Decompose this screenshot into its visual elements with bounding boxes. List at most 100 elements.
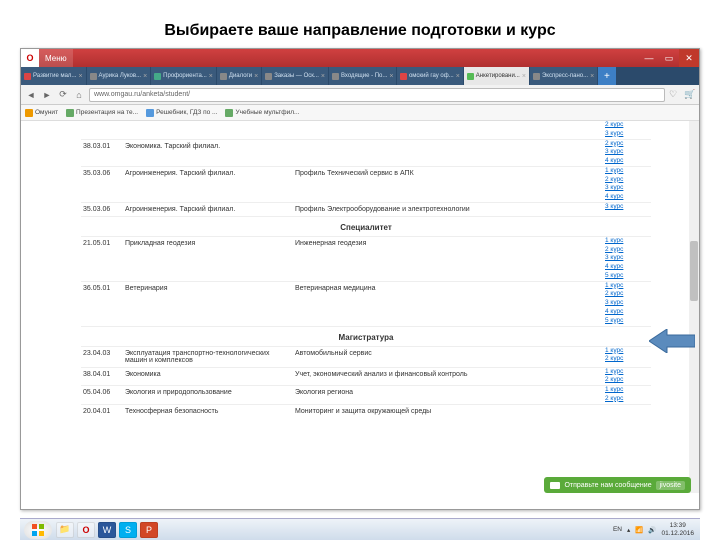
new-tab-button[interactable]: +: [598, 67, 616, 85]
browser-tab[interactable]: Экспресс-пано...×: [530, 67, 598, 85]
table-row: 36.05.01ВетеринарияВетеринарная медицина…: [81, 281, 651, 326]
window-minimize-button[interactable]: —: [639, 49, 659, 67]
window-maximize-button[interactable]: ▭: [659, 49, 679, 67]
course-link[interactable]: 3 курс: [605, 148, 649, 157]
tab-label: Профориента...: [163, 73, 207, 79]
url-input[interactable]: www.omgau.ru/anketa/student/: [89, 88, 665, 102]
taskbar-opera-icon[interactable]: O: [77, 522, 95, 538]
course-link[interactable]: 3 курс: [605, 299, 649, 308]
favorite-icon[interactable]: ♡: [669, 89, 680, 100]
course-link[interactable]: 2 курс: [605, 290, 649, 299]
browser-tab[interactable]: Диалоги×: [217, 67, 262, 85]
tab-close-icon[interactable]: ×: [389, 73, 393, 80]
course-link[interactable]: 2 курс: [605, 246, 649, 255]
program-code: 35.03.06: [81, 203, 123, 216]
bookmark-item[interactable]: Омунит: [25, 109, 58, 117]
course-link[interactable]: 4 курс: [605, 193, 649, 202]
course-link[interactable]: 2 курс: [605, 176, 649, 185]
program-name: Ветеринария: [123, 282, 293, 326]
browser-tab[interactable]: Аурика Луков...×: [87, 67, 152, 85]
browser-tab[interactable]: Входящие - По...×: [329, 67, 397, 85]
tab-label: Аурика Луков...: [99, 73, 142, 79]
window-close-button[interactable]: ✕: [679, 49, 699, 67]
course-link[interactable]: 3 курс: [605, 130, 649, 139]
browser-tab[interactable]: Развитие мал...×: [21, 67, 87, 85]
taskbar-pinned-apps: 📁 O W S P: [56, 522, 158, 538]
tab-close-icon[interactable]: ×: [590, 73, 594, 80]
browser-tab[interactable]: омский гау оф...×: [397, 67, 464, 85]
course-link[interactable]: 5 курс: [605, 272, 649, 281]
bookmark-label: Решебник, ГДЗ по ...: [156, 109, 217, 116]
tab-close-icon[interactable]: ×: [254, 73, 258, 80]
opera-logo-icon[interactable]: O: [21, 49, 39, 67]
tab-close-icon[interactable]: ×: [522, 73, 526, 80]
table-row: 05.04.06Экология и природопользованиеЭко…: [81, 385, 651, 404]
browser-tab[interactable]: Заказы — Оск...×: [262, 67, 329, 85]
bookmark-label: Учебные мультфил...: [235, 109, 299, 116]
program-code: 38.04.01: [81, 368, 123, 386]
tray-flag-icon[interactable]: ▴: [627, 526, 630, 534]
course-link[interactable]: 5 курс: [605, 317, 649, 326]
taskbar-explorer-icon[interactable]: 📁: [56, 522, 74, 538]
table-row: 35.03.06Агроинженерия. Тарский филиал.Пр…: [81, 166, 651, 202]
program-code: 36.05.01: [81, 282, 123, 326]
cart-icon[interactable]: 🛒: [684, 89, 695, 100]
tab-label: Входящие - По...: [341, 73, 387, 79]
table-row: 38.03.01Экономика. Тарский филиал.2 курс…: [81, 139, 651, 166]
taskbar-powerpoint-icon[interactable]: P: [140, 522, 158, 538]
course-link[interactable]: 2 курс: [605, 355, 649, 364]
tab-close-icon[interactable]: ×: [78, 73, 82, 80]
scrollbar-thumb[interactable]: [690, 241, 698, 301]
program-name: Агроинженерия. Тарский филиал.: [123, 203, 293, 216]
section-header: Магистратура: [81, 326, 651, 346]
course-link[interactable]: 3 курс: [605, 254, 649, 263]
bookmark-item[interactable]: Решебник, ГДЗ по ...: [146, 109, 217, 117]
reload-button[interactable]: ⟳: [57, 89, 69, 101]
course-link[interactable]: 3 курс: [605, 203, 649, 212]
back-button[interactable]: ◄: [25, 89, 37, 101]
chat-widget[interactable]: Отправьте нам сообщение jivosite: [544, 477, 691, 493]
page-content: 2 курс3 курс38.03.01Экономика. Тарский ф…: [21, 121, 699, 491]
course-link[interactable]: 1 курс: [605, 386, 649, 395]
browser-tab[interactable]: Профориента...×: [151, 67, 217, 85]
tab-close-icon[interactable]: ×: [209, 73, 213, 80]
course-link[interactable]: 1 курс: [605, 237, 649, 246]
course-list: 1 курс2 курс3 курс4 курс5 курс: [603, 282, 651, 326]
course-link[interactable]: 1 курс: [605, 347, 649, 356]
tray-lang-indicator[interactable]: EN: [613, 526, 622, 533]
course-link[interactable]: 2 курс: [605, 395, 649, 404]
tab-close-icon[interactable]: ×: [456, 73, 460, 80]
taskbar-skype-icon[interactable]: S: [119, 522, 137, 538]
table-row: 38.04.01ЭкономикаУчет, экономический ана…: [81, 367, 651, 386]
course-link[interactable]: 4 курс: [605, 157, 649, 166]
taskbar-word-icon[interactable]: W: [98, 522, 116, 538]
page-scrollbar[interactable]: [689, 121, 699, 493]
tab-close-icon[interactable]: ×: [143, 73, 147, 80]
forward-button[interactable]: ►: [41, 89, 53, 101]
course-link[interactable]: 1 курс: [605, 282, 649, 291]
course-link[interactable]: 1 курс: [605, 368, 649, 377]
tab-close-icon[interactable]: ×: [321, 73, 325, 80]
bookmark-favicon-icon: [66, 109, 74, 117]
tray-clock[interactable]: 13:39 01.12.2016: [661, 522, 696, 536]
tab-favicon-icon: [400, 73, 407, 80]
course-link[interactable]: 1 курс: [605, 167, 649, 176]
course-link[interactable]: 4 курс: [605, 308, 649, 317]
course-list: 1 курс2 курс3 курс4 курс: [603, 167, 651, 202]
bookmark-item[interactable]: Учебные мультфил...: [225, 109, 299, 117]
tray-volume-icon[interactable]: 🔊: [648, 526, 656, 534]
tray-network-icon[interactable]: 📶: [635, 526, 643, 534]
course-link[interactable]: 2 курс: [605, 121, 649, 130]
course-link[interactable]: 4 курс: [605, 263, 649, 272]
course-link[interactable]: 2 курс: [605, 140, 649, 149]
program-name: Эксплуатация транспортно-технологических…: [123, 347, 293, 367]
browser-tab[interactable]: Анкетировани...×: [464, 67, 530, 85]
course-link[interactable]: 3 курс: [605, 184, 649, 193]
course-list: [603, 405, 651, 418]
program-code: 23.04.03: [81, 347, 123, 367]
start-button[interactable]: [24, 521, 52, 539]
home-button[interactable]: ⌂: [73, 89, 85, 101]
browser-menu-button[interactable]: Меню: [39, 49, 73, 67]
bookmark-item[interactable]: Презентация на те...: [66, 109, 138, 117]
course-link[interactable]: 2 курс: [605, 376, 649, 385]
